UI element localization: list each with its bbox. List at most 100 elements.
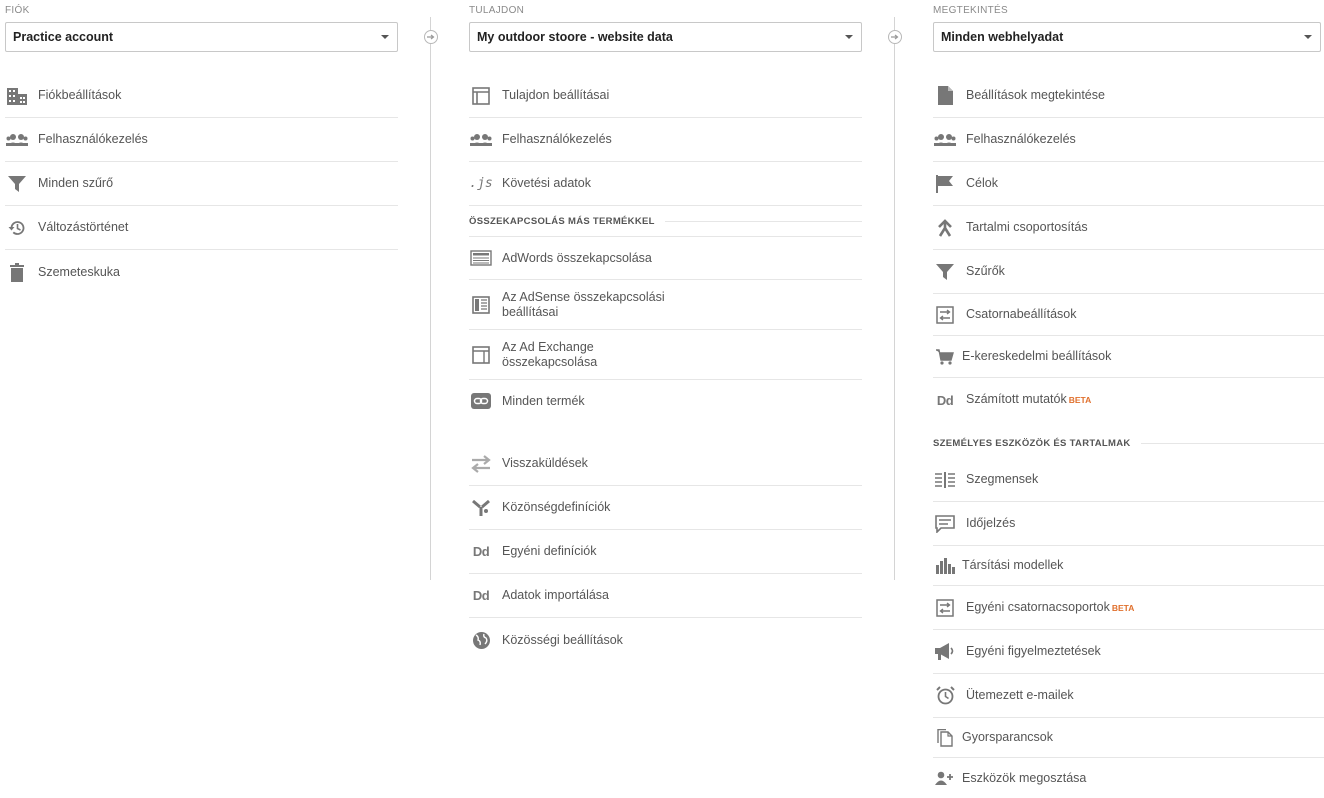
menu-item-social-settings[interactable]: Közösségi beállítások (469, 618, 862, 662)
channel-icon (933, 303, 957, 327)
js-icon: .js (469, 172, 493, 196)
dd-icon: Dd (469, 540, 493, 564)
dd-glyph: Dd (472, 588, 490, 603)
account-menu: Fiókbeállítások Felhasználókezelés Minde… (5, 74, 398, 294)
menu-item-all-filters[interactable]: Minden szűrő (5, 162, 398, 206)
menu-item-calculated-metrics[interactable]: Dd Számított mutatók BETA (933, 378, 1324, 422)
menu-item-text: Számított mutatók (966, 392, 1067, 406)
menu-item-text: Egyéni csatornacsoportok (966, 599, 1110, 614)
trash-icon (5, 260, 29, 284)
menu-item-label: Egyéni definíciók (502, 544, 597, 558)
menu-item-label: E-kereskedelmi beállítások (962, 349, 1112, 363)
section-rule (1140, 442, 1324, 444)
postback-icon (469, 452, 493, 476)
menu-item-goals[interactable]: Célok (933, 162, 1324, 206)
link-icon (469, 389, 493, 413)
menu-item-label: Felhasználókezelés (502, 132, 612, 146)
adexchange-icon (469, 343, 493, 367)
property-column: TULAJDON My outdoor stoore - website dat… (469, 0, 862, 662)
account-column: FIÓK Practice account Fiókbeállítások Fe… (5, 0, 398, 294)
menu-item-view-settings[interactable]: Beállítások megtekintése (933, 74, 1324, 118)
cart-icon (933, 345, 957, 369)
menu-item-label: Társítási modellek (962, 558, 1064, 572)
window-icon (469, 84, 493, 108)
menu-item-content-grouping[interactable]: Tartalmi csoportosítás (933, 206, 1324, 250)
menu-item-shortcuts[interactable]: Gyorsparancsok (933, 718, 1324, 758)
menu-item-trash[interactable]: Szemeteskuka (5, 250, 398, 294)
section-title: SZEMÉLYES ESZKÖZÖK ÉS TARTALMAK (933, 437, 1131, 449)
users-icon (933, 128, 957, 152)
segments-icon (933, 468, 957, 492)
menu-item-label: Számított mutatók BETA (966, 392, 1091, 408)
menu-item-label: Minden termék (502, 393, 585, 408)
menu-item-share-assets[interactable]: Eszközök megosztása (933, 758, 1324, 798)
menu-item-postbacks[interactable]: Visszaküldések (469, 442, 862, 486)
bar-chart-icon (933, 554, 957, 578)
document-icon (933, 84, 957, 108)
chevron-down-icon (1304, 35, 1312, 39)
menu-item-custom-channel-groups[interactable]: Egyéni csatornacsoportok BETA (933, 586, 1324, 630)
menu-item-user-management[interactable]: Felhasználókezelés (933, 118, 1324, 162)
menu-item-adwords-linking[interactable]: AdWords összekapcsolása (469, 237, 862, 280)
menu-item-label: Gyorsparancsok (962, 730, 1054, 744)
menu-item-label: Követési adatok (502, 176, 591, 190)
menu-item-audience-definitions[interactable]: Közönségdefiníciók (469, 486, 862, 530)
menu-item-attribution-models[interactable]: Társítási modellek (933, 546, 1324, 586)
globe-icon (469, 628, 493, 652)
arrow-right-icon (424, 30, 438, 44)
section-title: ÖSSZEKAPCSOLÁS MÁS TERMÉKKEL (469, 215, 655, 227)
arrow-right-icon (888, 30, 902, 44)
menu-item-user-management[interactable]: Felhasználókezelés (5, 118, 398, 162)
menu-item-account-settings[interactable]: Fiókbeállítások (5, 74, 398, 118)
menu-item-all-products[interactable]: Minden termék (469, 380, 862, 422)
megaphone-icon (933, 640, 957, 664)
chevron-down-icon (381, 35, 389, 39)
menu-item-label: Az AdSense összekapcsolási beállításai (502, 289, 665, 319)
menu-item-change-history[interactable]: Változástörténet (5, 206, 398, 250)
section-rule (664, 220, 862, 222)
menu-item-scheduled-emails[interactable]: Ütemezett e-mailek (933, 674, 1324, 718)
menu-item-label: Célok (966, 176, 998, 190)
property-other-menu: Visszaküldések Közönségdefiníciók Dd Egy… (469, 442, 862, 662)
menu-item-segments[interactable]: Szegmensek (933, 458, 1324, 502)
adsense-icon (469, 293, 493, 317)
menu-item-adsense-linking[interactable]: Az AdSense összekapcsolási beállításai (469, 280, 862, 330)
section-linking-header: ÖSSZEKAPCSOLÁS MÁS TERMÉKKEL (469, 206, 862, 236)
js-glyph: .js (469, 176, 493, 191)
column-divider (894, 17, 895, 580)
account-selected: Practice account (13, 30, 114, 44)
menu-item-filters[interactable]: Szűrők (933, 250, 1324, 294)
view-label: MEGTEKINTÉS (933, 5, 1008, 16)
property-label: TULAJDON (469, 5, 525, 16)
menu-item-custom-alerts[interactable]: Egyéni figyelmeztetések (933, 630, 1324, 674)
menu-item-ecommerce-settings[interactable]: E-kereskedelmi beállítások (933, 336, 1324, 378)
view-selected: Minden webhelyadat (941, 30, 1064, 44)
menu-item-label: Időjelzés (966, 516, 1016, 530)
linking-menu: AdWords összekapcsolása Az AdSense össze… (469, 236, 862, 422)
menu-item-annotations[interactable]: Időjelzés (933, 502, 1324, 546)
menu-item-label: AdWords összekapcsolása (502, 250, 652, 265)
view-column: MEGTEKINTÉS Minden webhelyadat Beállítás… (933, 0, 1324, 798)
menu-item-custom-definitions[interactable]: Dd Egyéni definíciók (469, 530, 862, 574)
view-selector[interactable]: Minden webhelyadat (933, 22, 1321, 52)
building-icon (5, 84, 29, 108)
section-personal-header: SZEMÉLYES ESZKÖZÖK ÉS TARTALMAK (933, 428, 1324, 458)
audience-icon (469, 496, 493, 520)
account-selector[interactable]: Practice account (5, 22, 398, 52)
menu-item-label: Felhasználókezelés (966, 132, 1076, 146)
menu-item-label: Ütemezett e-mailek (966, 688, 1074, 702)
property-selector[interactable]: My outdoor stoore - website data (469, 22, 862, 52)
dd-glyph: Dd (472, 544, 490, 559)
alarm-icon (933, 684, 957, 708)
add-user-icon (933, 766, 957, 790)
menu-item-property-settings[interactable]: Tulajdon beállításai (469, 74, 862, 118)
grouping-icon (933, 216, 957, 240)
menu-item-label: Felhasználókezelés (38, 132, 148, 146)
menu-item-adexchange-linking[interactable]: Az Ad Exchange összekapcsolása (469, 330, 862, 380)
menu-item-user-management[interactable]: Felhasználókezelés (469, 118, 862, 162)
menu-item-label: Az Ad Exchange összekapcsolása (502, 339, 598, 369)
menu-item-channel-settings[interactable]: Csatornabeállítások (933, 294, 1324, 336)
view-menu: Beállítások megtekintése Felhasználókeze… (933, 74, 1324, 422)
menu-item-data-import[interactable]: Dd Adatok importálása (469, 574, 862, 618)
menu-item-tracking-info[interactable]: .js Követési adatok (469, 162, 862, 206)
